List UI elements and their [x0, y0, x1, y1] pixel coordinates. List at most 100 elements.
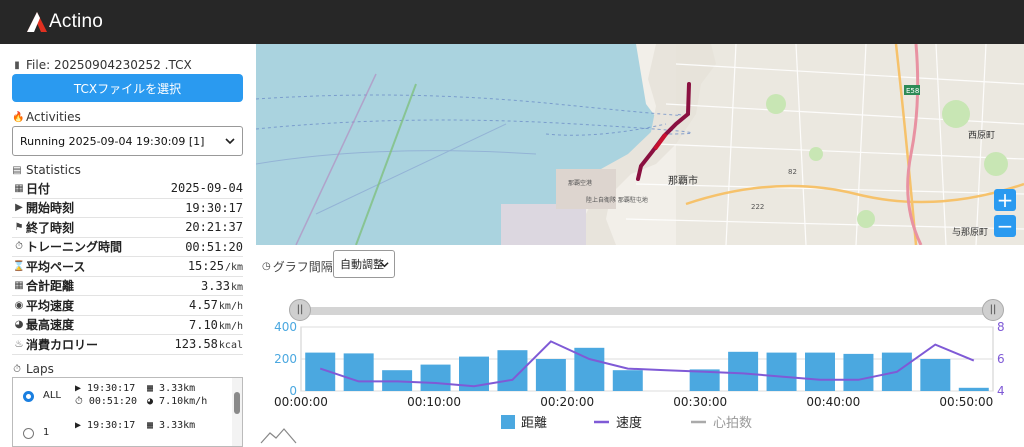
lap-duration-text: 00:51:20 [88, 396, 137, 407]
y-right-tick-label: 4 [997, 384, 1005, 398]
map-label-airport: 那覇空港 [568, 179, 592, 187]
actino-logo-icon [27, 12, 47, 32]
lap-distance-text: 3.33km [159, 420, 196, 431]
distance-bar [420, 364, 451, 391]
activities-title: 🔥 Activities [12, 110, 81, 124]
distance-bar [958, 387, 989, 391]
speedometer-icon: ◕ [14, 319, 24, 331]
stat-value: 19:30:17 [185, 200, 243, 215]
stat-row-training-time: ⏱ トレーニング時間 00:51:20 [12, 238, 243, 257]
stat-unit: /km [224, 262, 243, 274]
clock-icon: ◷ [262, 261, 271, 272]
document-icon: ▤ [12, 164, 22, 176]
stat-label: 日付 [26, 181, 51, 196]
lap-start-text: 19:30:17 [87, 383, 136, 394]
map-route-sign: E58 [906, 87, 919, 95]
time-range-slider[interactable] [290, 307, 1003, 315]
map-label-town2: 与那原町 [952, 227, 988, 238]
lap-start: ▶ 19:30:17 [75, 383, 136, 394]
activity-chart: 020040046800:00:00 00:10:00 00:20:00 00:30:… [260, 320, 1005, 444]
speed-line [319, 340, 975, 388]
laps-scrollbar[interactable] [232, 378, 242, 446]
lap-start: ▶ 19:30:17 [75, 420, 136, 431]
distance-bar [843, 353, 874, 391]
actino-logo[interactable]: Actino [26, 9, 103, 35]
zoom-in-button[interactable]: + [994, 189, 1016, 211]
play-icon: ▶ [15, 202, 23, 214]
stat-label: 平均速度 [26, 298, 75, 313]
lap-distance-text: 3.33km [159, 383, 196, 394]
x-tick-label: 00:30:00 [673, 395, 727, 409]
stat-row-date: ▦ 日付 2025-09-04 [12, 179, 243, 199]
y-left-tick-label: 400 [274, 320, 297, 334]
map-label-town1: 西原町 [968, 130, 995, 141]
lap-name: 1 [43, 427, 50, 438]
stat-row-max-speed: ◕ 最高速度 7.10km/h [12, 316, 243, 335]
calendar-icon: ▦ [14, 182, 24, 194]
zoom-out-button[interactable]: − [994, 215, 1016, 237]
stat-value: 3.33km [146, 279, 243, 293]
laps-scrollbar-thumb[interactable] [234, 392, 240, 414]
stat-label: 終了時刻 [26, 220, 75, 235]
distance-bar [766, 352, 797, 391]
x-tick-label: 00:50:00 [939, 395, 993, 409]
lap-start-text: 19:30:17 [87, 420, 136, 431]
laps-title: ⏱ Laps [12, 362, 54, 376]
x-tick-label: 00:00:00 [274, 395, 328, 409]
lap-distance: ▦ 3.33km [147, 420, 196, 431]
map-icon: ▦ [14, 280, 24, 292]
map-label-city: 那覇市 [668, 174, 698, 187]
stat-number: 3.33 [201, 278, 230, 293]
y-left-tick-label: 200 [274, 352, 297, 366]
graph-interval-text: グラフ間隔 [272, 260, 333, 274]
stat-label: トレーニング時間 [26, 240, 123, 255]
stat-unit: km/h [218, 301, 243, 313]
hourglass-icon: ⌛ [12, 260, 26, 272]
activities-title-text: Activities [26, 110, 81, 124]
legend-label: 速度 [616, 415, 642, 431]
map-canvas: 那覇市 西原町 与那原町 那覇空港 陸上自衛隊 那覇駐屯地 E58 222 82 [256, 44, 1024, 245]
stat-value: 123.58kcal [146, 337, 243, 351]
graph-interval-label: ◷ グラフ間隔 [262, 258, 333, 275]
statistics-title: ▤ Statistics [12, 163, 81, 177]
stat-label: 合計距離 [26, 279, 75, 294]
graph-interval-value: 自動調整 [340, 258, 384, 271]
stat-number: 123.58 [174, 337, 218, 352]
statistics-table: ▦ 日付 2025-09-04 ▶ 開始時刻 19:30:17 ⚑ 終了時刻 2… [12, 179, 243, 355]
statistics-title-text: Statistics [26, 163, 81, 177]
lap-name: ALL [43, 390, 61, 401]
map-label-base: 陸上自衛隊 那覇駐屯地 [586, 196, 648, 204]
stopwatch-icon: ⏱ [15, 241, 23, 253]
laps-list[interactable]: ALL ▶ 19:30:17 ▦ 3.33km ⏱ 00:51:20 ◕ 7.1… [12, 377, 243, 447]
file-icon: ▮ [14, 59, 20, 71]
stat-unit: km/h [218, 320, 243, 332]
activity-select[interactable]: Running 2025-09-04 19:30:09 [1] [12, 126, 243, 156]
y-right-tick-label: 8 [997, 320, 1005, 334]
lap-radio[interactable] [23, 391, 34, 402]
legend-swatch-distance [501, 415, 515, 429]
stat-value: 20:21:37 [185, 220, 243, 235]
stat-number: 4.57 [189, 298, 218, 313]
lap-speed: ◕ 7.10km/h [147, 396, 208, 407]
file-label: File: 20250904230252 .TCX [26, 58, 192, 72]
lap-duration: ⏱ 00:51:20 [75, 396, 137, 407]
stat-number: 15:25 [187, 259, 224, 274]
stat-label: 開始時刻 [26, 201, 75, 216]
graph-interval-select[interactable]: 自動調整 [333, 250, 395, 278]
select-tcx-file-button[interactable]: TCXファイルを選択 [12, 74, 243, 102]
file-info: ▮ File: 20250904230252 .TCX [12, 58, 192, 72]
map-road-number: 222 [751, 203, 764, 211]
distance-bar [920, 359, 951, 391]
stat-value: 00:51:20 [185, 239, 243, 254]
lap-radio[interactable] [23, 428, 34, 439]
stat-row-total-distance: ▦ 合計距離 3.33km [12, 277, 243, 296]
lap-item-all[interactable]: ALL ▶ 19:30:17 ▦ 3.33km ⏱ 00:51:20 ◕ 7.1… [13, 378, 232, 414]
stat-value: 15:25/km [146, 259, 243, 273]
lap-item-1[interactable]: 1 ▶ 19:30:17 ▦ 3.33km [13, 415, 232, 446]
stat-row-average-speed: ◉ 平均速度 4.57km/h [12, 296, 243, 316]
stat-value: 2025-09-04 [170, 181, 243, 196]
stat-unit: kcal [218, 340, 243, 352]
route-map[interactable]: 那覇市 西原町 与那原町 那覇空港 陸上自衛隊 那覇駐屯地 E58 222 82… [256, 44, 1024, 245]
lap-distance: ▦ 3.33km [147, 383, 196, 394]
activity-select-value: Running 2025-09-04 19:30:09 [1] [20, 134, 205, 148]
